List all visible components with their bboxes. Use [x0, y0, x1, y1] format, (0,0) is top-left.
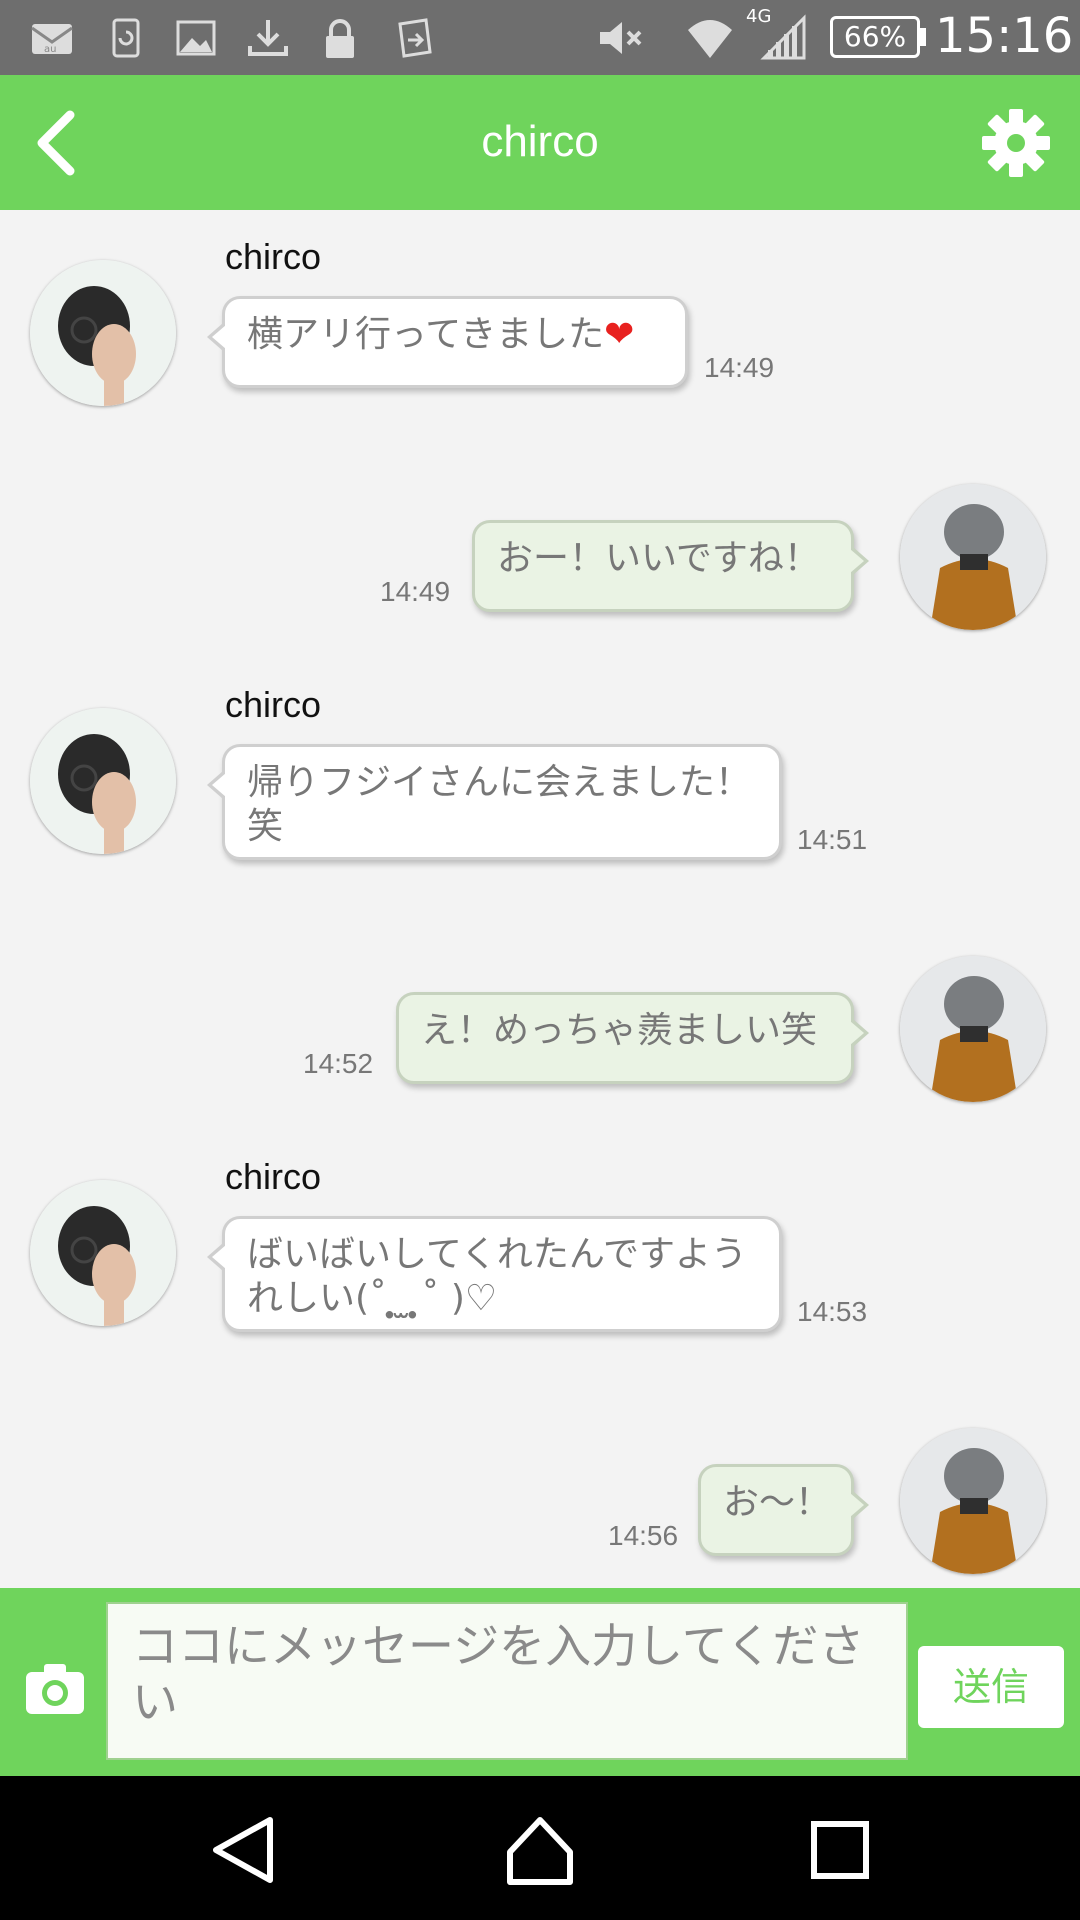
gear-icon — [982, 109, 1050, 177]
message-bubble[interactable]: おー！いいですね！ — [472, 520, 869, 612]
message-time: 14:51 — [797, 824, 868, 855]
battery-icon: 66% — [830, 16, 920, 58]
heart-emoji: ❤ — [604, 314, 635, 355]
camera-button[interactable] — [24, 1662, 86, 1716]
contact-avatar-image — [30, 260, 176, 406]
transfer-icon — [390, 14, 438, 62]
settings-button[interactable] — [980, 101, 1052, 185]
message-bubble[interactable]: ばいばいしてくれたんですようれしい(˚ ̣̣̥ ̫ ̣̣̥˚ )♡ — [207, 1216, 782, 1332]
sender-name: chirco — [225, 684, 322, 725]
message-text: ばいばいしてくれたんですようれしい(˚ ̣̣̥ ̫ ̣̣̥˚ )♡ — [247, 1234, 748, 1319]
message-text: おー！いいですね！ — [497, 538, 820, 579]
sender-name: chirco — [225, 1156, 322, 1197]
message-text: え！めっちゃ羨ましい笑 — [421, 1010, 818, 1051]
recents-icon — [811, 1821, 869, 1879]
chat-header: chirco — [0, 75, 1080, 210]
lock-icon — [316, 14, 364, 62]
message-bubble[interactable]: お〜！ — [698, 1464, 869, 1556]
back-triangle-icon — [213, 1817, 273, 1883]
page-title: chirco — [481, 117, 599, 166]
message-text: 帰りフジイさんに会えました！笑 — [247, 762, 752, 847]
signal-icon — [760, 14, 808, 62]
message-list[interactable]: chirco 横アリ行ってきました❤ 14:49 おー！いいですね！ 14:49… — [0, 210, 1080, 1588]
svg-text:au: au — [44, 44, 56, 55]
message-text: お〜！ — [723, 1482, 832, 1523]
system-nav-bar — [0, 1776, 1080, 1920]
user-avatar-image — [900, 1428, 1046, 1574]
message-bubble[interactable]: 横アリ行ってきました❤ — [207, 296, 688, 388]
avatar[interactable] — [900, 1428, 1046, 1574]
message-text: 横アリ行ってきました — [247, 314, 605, 355]
image-icon — [172, 14, 220, 62]
sender-name: chirco — [225, 236, 322, 277]
message-time: 14:49 — [704, 352, 775, 383]
contact-avatar-image — [30, 708, 176, 854]
message-input[interactable]: ココにメッセージを入力してください — [106, 1602, 908, 1760]
message-bubble[interactable]: え！めっちゃ羨ましい笑 — [396, 992, 869, 1084]
nav-recents-button[interactable] — [802, 1812, 878, 1888]
message-time: 14:49 — [380, 576, 451, 607]
avatar[interactable] — [30, 1180, 176, 1326]
avatar[interactable] — [900, 956, 1046, 1102]
send-button[interactable]: 送信 — [918, 1646, 1064, 1728]
mail-au-icon: au — [28, 14, 76, 62]
avatar[interactable] — [30, 260, 176, 406]
mute-icon — [596, 14, 644, 62]
battery-tip — [920, 28, 926, 46]
user-avatar-image — [900, 484, 1046, 630]
clock: 15:16 — [935, 8, 1074, 64]
wifi-icon — [686, 14, 734, 62]
user-avatar-image — [900, 956, 1046, 1102]
contact-avatar-image — [30, 1180, 176, 1326]
nav-home-button[interactable] — [502, 1812, 578, 1888]
home-icon — [507, 1817, 573, 1885]
message-bubble[interactable]: 帰りフジイさんに会えました！笑 — [207, 744, 782, 860]
download-icon — [244, 14, 292, 62]
avatar[interactable] — [900, 484, 1046, 630]
camera-icon — [26, 1664, 84, 1714]
message-time: 14:56 — [608, 1520, 679, 1551]
nav-back-button[interactable] — [206, 1812, 282, 1888]
composer-bar: ココにメッセージを入力してください 送信 — [0, 1588, 1080, 1776]
status-bar: au 4G 66% 15:16 — [0, 0, 1080, 75]
avatar[interactable] — [30, 708, 176, 854]
sync-icon — [102, 14, 150, 62]
message-time: 14:52 — [303, 1048, 374, 1079]
message-time: 14:53 — [797, 1296, 868, 1327]
